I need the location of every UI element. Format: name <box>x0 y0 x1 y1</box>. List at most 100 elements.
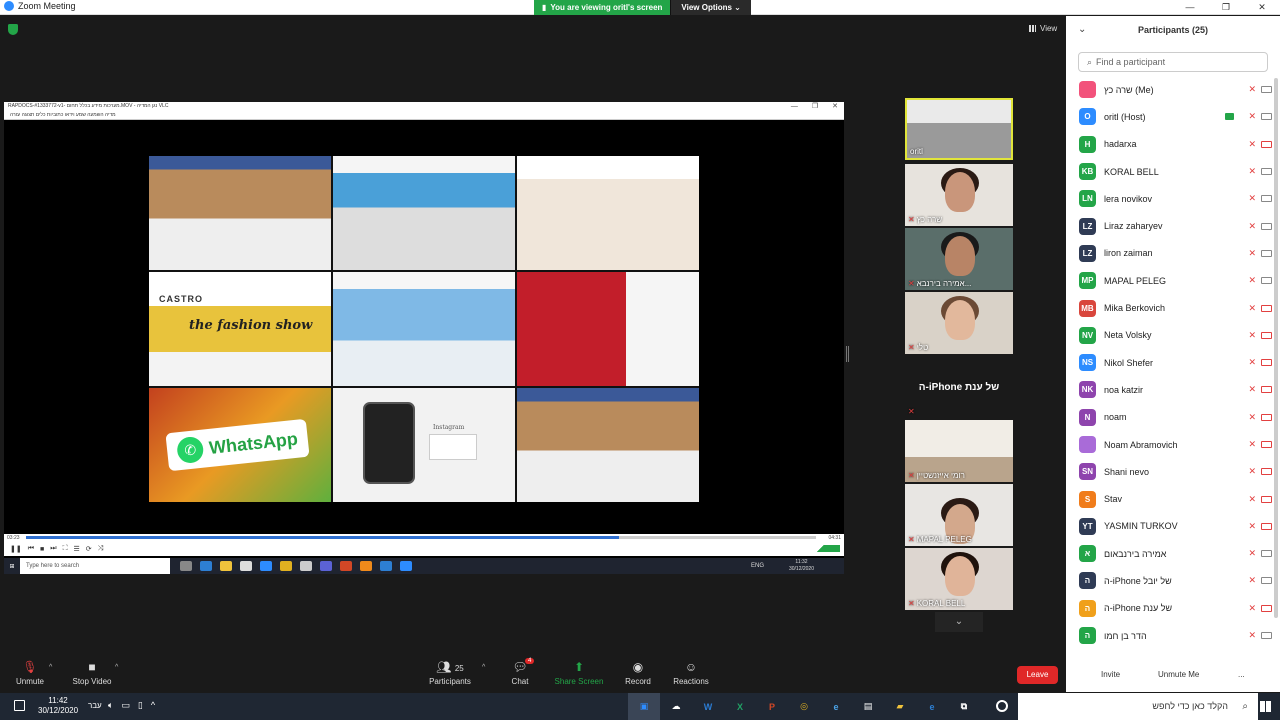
muted-mic-icon: ✕ <box>1248 111 1256 122</box>
split-handle[interactable] <box>846 346 849 362</box>
participant-row[interactable]: LZ liron zaiman ✕ <box>1066 240 1274 267</box>
reactions-button[interactable]: ☺ Reactions <box>656 660 726 686</box>
notification-icon[interactable] <box>14 700 25 711</box>
tile-instagram: Instagram <box>333 388 515 502</box>
leave-button[interactable]: Leave <box>1017 666 1058 684</box>
thumbnail-amira[interactable]: ✕ אמירה בירנבא... <box>905 228 1013 290</box>
reactions-icon: ☺ <box>684 660 698 674</box>
thumbnail-koral[interactable]: ✕ KORAL BELL <box>905 548 1013 610</box>
participant-row[interactable]: S Stav ✕ <box>1066 485 1274 512</box>
audio-options-caret-icon[interactable]: ^ <box>49 664 52 671</box>
powerpoint-taskbar-icon[interactable]: P <box>756 693 788 720</box>
muted-mic-icon: ✕ <box>1248 193 1256 204</box>
participant-row[interactable]: MP MAPAL PELEG ✕ <box>1066 267 1274 294</box>
ie-icon[interactable]: e <box>820 693 852 720</box>
view-options-button[interactable]: View Options ⌄ <box>670 0 751 15</box>
word-icon[interactable]: W <box>692 693 724 720</box>
video-on-icon <box>1261 113 1272 121</box>
whatsapp-icon: ✆ <box>175 435 205 465</box>
participant-row[interactable]: SN Shani nevo ✕ <box>1066 458 1274 485</box>
unmute-button[interactable]: 🎙︎ Unmute <box>0 660 65 686</box>
participant-row[interactable]: ה ה-iPhone של יובל ✕ <box>1066 567 1274 594</box>
vlc-seek-bar[interactable] <box>26 536 816 539</box>
battery-icon[interactable]: ▯ <box>138 700 143 711</box>
thumbnail-romi[interactable]: ✕ רומי אייזנשטיין <box>905 420 1013 482</box>
participant-row[interactable]: NV Neta Volsky ✕ <box>1066 322 1274 349</box>
vlc-playlist-icon[interactable]: ☰ <box>74 545 80 553</box>
unmute-me-button[interactable]: Unmute Me <box>1158 670 1199 679</box>
participant-row[interactable]: KB KORAL BELL ✕ <box>1066 158 1274 185</box>
participant-avatar: SN <box>1079 463 1096 481</box>
view-button[interactable]: View <box>1029 24 1057 33</box>
thumbnail-oritl[interactable]: oritl <box>905 98 1013 160</box>
participant-list-scrollbar[interactable] <box>1274 78 1278 618</box>
shared-screen[interactable]: RAPDOCS-#1333772-v1- מערכות מידע בכלל תח… <box>4 102 844 574</box>
explorer-taskbar-icon[interactable]: ▰ <box>884 693 916 720</box>
app-icon-1[interactable]: ☁ <box>660 693 692 720</box>
participant-row[interactable]: NS Nikol Shefer ✕ <box>1066 349 1274 376</box>
volume-icon[interactable]: 🔈︎ <box>108 700 113 711</box>
taskbar-clock[interactable]: 11:42 30/12/2020 <box>38 696 78 716</box>
close-button[interactable]: ✕ <box>1244 0 1280 15</box>
participant-row[interactable]: שרה כץ (Me) ✕ <box>1066 76 1274 103</box>
shared-date: 30/12/2020 <box>788 566 814 572</box>
participant-name: Liraz zaharyev <box>1104 221 1163 232</box>
thumbnail-tali[interactable]: ✕ טלי <box>905 292 1013 354</box>
vlc-fullscreen-icon[interactable]: ⛶ <box>63 545 68 553</box>
thumbnail-iphone-anat[interactable]: ה-iPhone של ענת ✕ <box>905 356 1013 418</box>
tray-expand-icon[interactable]: ^ <box>151 700 155 711</box>
participant-row[interactable]: LN lera novikov ✕ <box>1066 185 1274 212</box>
participant-row[interactable]: LZ Liraz zaharyev ✕ <box>1066 212 1274 239</box>
thumbnails-scroll-down-button[interactable]: ⌄ <box>935 612 983 632</box>
participant-row[interactable]: Ooritl (Host) ✕ <box>1066 103 1274 130</box>
vlc-prev-icon[interactable]: ⏮ <box>28 545 34 553</box>
task-view-taskbar-icon[interactable]: ⧉ <box>948 693 980 720</box>
network-icon[interactable]: ▭ <box>121 700 130 711</box>
share-status-bar: ▮ You are viewing oritl's screen View Op… <box>534 0 751 15</box>
participant-row[interactable]: MB Mika Berkovich ✕ <box>1066 294 1274 321</box>
encryption-shield-icon[interactable] <box>8 24 18 35</box>
maximize-button[interactable]: ❐ <box>1208 0 1244 15</box>
zoom-app-icon[interactable]: ▣ <box>628 693 660 720</box>
store-taskbar-icon[interactable]: ▤ <box>852 693 884 720</box>
record-label: Record <box>625 677 651 686</box>
video-on-icon <box>1261 168 1272 176</box>
participant-row[interactable]: Hhadarxa ✕ <box>1066 131 1274 158</box>
thumbnail-name: רומי אייזנשטיין <box>916 471 965 480</box>
vlc-shuffle-icon[interactable]: ⤨ <box>98 545 104 553</box>
participant-row[interactable]: Nnoam ✕ <box>1066 404 1274 431</box>
stop-video-label: Stop Video <box>72 677 112 686</box>
chrome-taskbar-icon[interactable]: ◎ <box>788 693 820 720</box>
video-options-caret-icon[interactable]: ^ <box>115 664 118 671</box>
vlc-pause-icon[interactable]: ❚❚ <box>10 545 22 553</box>
minimize-button[interactable]: — <box>1172 0 1208 15</box>
cortana-icon[interactable] <box>996 700 1008 712</box>
thumbnail-mapal[interactable]: ✕ MAPAL PELEG <box>905 484 1013 546</box>
participant-row[interactable]: א אמירה בירנבאום ✕ <box>1066 540 1274 567</box>
vlc-loop-icon[interactable]: ⟳ <box>86 545 92 553</box>
vlc-volume-slider[interactable] <box>800 545 840 552</box>
thumbnail-name: שרה כץ <box>916 215 943 224</box>
windows-start-icon[interactable] <box>1260 701 1271 712</box>
excel-icon[interactable]: X <box>724 693 756 720</box>
participant-name: ה-iPhone של ענת <box>1104 603 1173 614</box>
vlc-next-icon[interactable]: ⏭ <box>50 545 56 553</box>
participant-row[interactable]: ה הדר בן חמו ✕ <box>1066 622 1274 649</box>
invite-button[interactable]: Invite <box>1101 670 1120 679</box>
participant-avatar: LZ <box>1079 217 1096 235</box>
edge-taskbar-icon[interactable]: e <box>916 693 948 720</box>
language-indicator[interactable]: עבר <box>88 701 102 710</box>
more-button[interactable]: ... <box>1238 670 1245 679</box>
participant-row[interactable]: NK noa katzir ✕ <box>1066 376 1274 403</box>
unmute-label: Unmute <box>15 677 44 686</box>
participant-name: Noam Abramovich <box>1104 439 1178 450</box>
system-tray: 🔈︎ ▭ ▯ ^ <box>108 700 155 711</box>
thumbnail-sara[interactable]: ✕ שרה כץ <box>905 164 1013 226</box>
participant-row[interactable]: Noam Abramovich ✕ <box>1066 431 1274 458</box>
vlc-stop-icon[interactable]: ■ <box>40 546 44 553</box>
participant-row[interactable]: YT YASMIN TURKOV ✕ <box>1066 513 1274 540</box>
taskbar-search-box[interactable]: הקלד כאן כדי לחפש ⌕ <box>1018 693 1258 720</box>
participant-search-input[interactable]: ⌕ Find a participant <box>1078 52 1268 72</box>
participants-button[interactable]: 👥︎ 25 Participants <box>415 660 485 686</box>
participant-row[interactable]: ה ה-iPhone של ענת ✕ <box>1066 595 1274 622</box>
